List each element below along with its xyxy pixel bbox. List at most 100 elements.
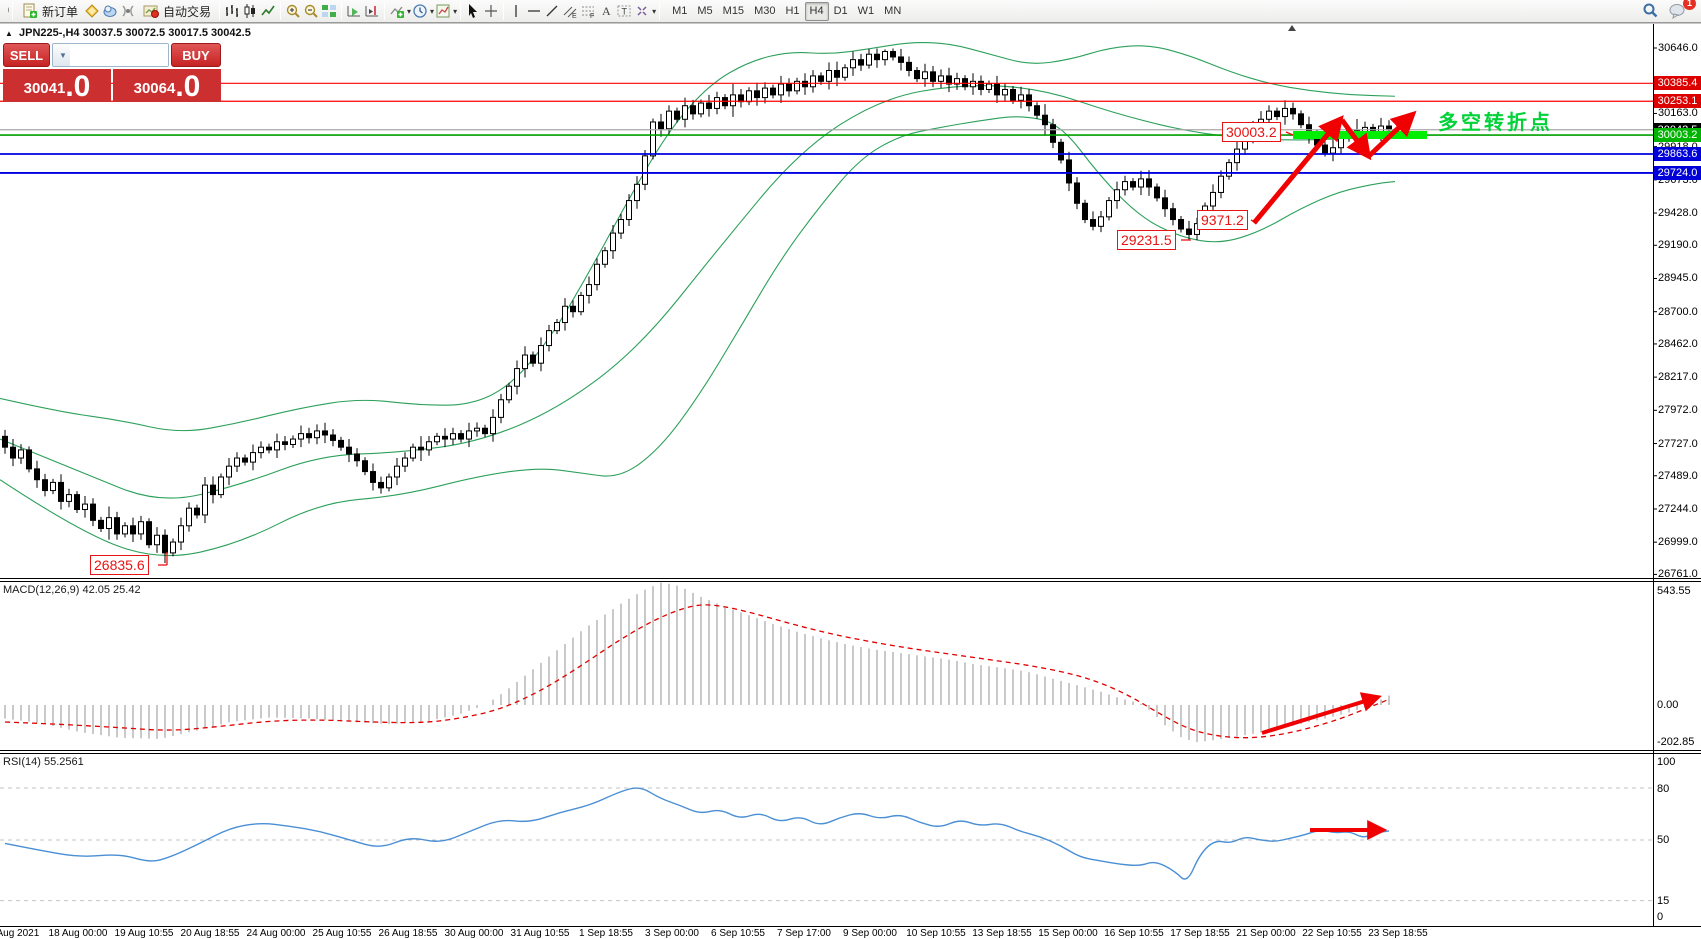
price-callout[interactable]: 9371.2: [1197, 210, 1248, 230]
new-order-button[interactable]: 新订单: [16, 1, 83, 21]
price-callout[interactable]: 30003.2: [1222, 122, 1281, 142]
buy-button[interactable]: BUY: [171, 43, 221, 67]
rsi-axis-label: 15: [1657, 895, 1701, 907]
macd-axis-label: 0.00: [1657, 699, 1701, 711]
crosshair-icon[interactable]: [482, 2, 500, 20]
price-tick-label: 28217.0: [1658, 371, 1701, 383]
new-order-icon: [21, 2, 39, 20]
volume-input[interactable]: [70, 44, 169, 66]
timeframe-button-H1[interactable]: H1: [780, 2, 804, 21]
shift-marker: [1288, 25, 1296, 31]
mt4-window: 新订单 自动交易: [0, 0, 1701, 939]
rsi-axis-label: 0: [1657, 911, 1701, 923]
signal-icon[interactable]: [119, 2, 137, 20]
trendline-icon[interactable]: [543, 2, 561, 20]
chat-icon[interactable]: 1: [1667, 2, 1689, 20]
auto-trading-icon: [142, 2, 160, 20]
zoom-out-icon[interactable]: [302, 2, 320, 20]
rsi-axis-label: 100: [1657, 756, 1701, 768]
time-axis-label: 19 Aug 10:55: [115, 928, 174, 939]
line-chart-icon[interactable]: [259, 2, 277, 20]
time-axis-label: 16 Sep 10:55: [1104, 928, 1164, 939]
timeframe-button-M30[interactable]: M30: [749, 2, 780, 21]
symbol-collapse-icon[interactable]: ▲: [5, 29, 13, 38]
svg-text:E: E: [572, 13, 577, 19]
price-badge: 30385.4: [1654, 76, 1701, 90]
price-tick-label: 28945.0: [1658, 272, 1701, 284]
price-tick-label: 27244.0: [1658, 503, 1701, 515]
timeframe-button-MN[interactable]: MN: [879, 2, 906, 21]
chart-canvas[interactable]: [0, 0, 1701, 939]
text-label-icon[interactable]: T: [615, 2, 633, 20]
equidistant-channel-icon[interactable]: E: [561, 2, 579, 20]
sell-button[interactable]: SELL: [3, 43, 50, 67]
price-tick-label: 29190.0: [1658, 239, 1701, 251]
search-icon[interactable]: [1641, 2, 1659, 20]
indicators-icon[interactable]: [388, 2, 406, 20]
auto-scroll-icon[interactable]: [345, 2, 363, 20]
sell-price-frac: .0: [65, 73, 90, 101]
price-callout[interactable]: 29231.5: [1117, 230, 1176, 250]
clipped-icon: [2, 2, 9, 20]
price-tick-label: 27727.0: [1658, 438, 1701, 450]
trend-arrow: [1262, 698, 1375, 733]
buy-price-int: 30064: [134, 77, 176, 101]
timeframe-button-M5[interactable]: M5: [692, 2, 717, 21]
time-axis-label: 24 Aug 00:00: [247, 928, 306, 939]
turning-point-annotation[interactable]: 多空转折点: [1438, 106, 1553, 135]
price-tick-label: 30646.0: [1658, 42, 1701, 54]
macd-axis-label: 543.55: [1657, 585, 1701, 597]
chart-shift-icon[interactable]: [363, 2, 381, 20]
time-axis-label: 9 Sep 00:00: [843, 928, 897, 939]
svg-text:A: A: [602, 4, 611, 18]
bar-chart-icon[interactable]: [223, 2, 241, 20]
timeframe-group: M1M5M15M30H1H4D1W1MN: [667, 2, 906, 21]
price-tag-icon[interactable]: [83, 2, 101, 20]
cursor-icon[interactable]: [464, 2, 482, 20]
vertical-line-icon[interactable]: [507, 2, 525, 20]
time-axis-label: 31 Aug 10:55: [511, 928, 570, 939]
templates-icon[interactable]: [434, 2, 452, 20]
svg-text:T: T: [622, 7, 628, 17]
timeframe-button-W1[interactable]: W1: [853, 2, 880, 21]
market-watch-icon[interactable]: [101, 2, 119, 20]
horizontal-line-icon[interactable]: [525, 2, 543, 20]
auto-trading-label: 自动交易: [163, 3, 211, 20]
timeframe-button-H4[interactable]: H4: [805, 2, 829, 21]
buy-price[interactable]: 30064.0: [113, 69, 221, 102]
candlestick-chart-icon[interactable]: [241, 2, 259, 20]
arrows-icon[interactable]: [633, 2, 651, 20]
fibonacci-icon[interactable]: F: [579, 2, 597, 20]
volume-decrease-button[interactable]: ▼: [53, 44, 70, 66]
zoom-in-icon[interactable]: [284, 2, 302, 20]
price-tick-label: 26999.0: [1658, 536, 1701, 548]
time-axis-label: 21 Sep 00:00: [1236, 928, 1296, 939]
timeframe-button-M1[interactable]: M1: [667, 2, 692, 21]
symbol-ohlc: 30037.5 30072.5 30017.5 30042.5: [83, 27, 251, 39]
buy-price-frac: .0: [175, 73, 200, 101]
rsi-axis-label: 80: [1657, 783, 1701, 795]
chat-badge: 1: [1683, 0, 1696, 10]
auto-trading-button[interactable]: 自动交易: [137, 1, 216, 21]
price-tick-label: 27972.0: [1658, 404, 1701, 416]
price-badge: 30003.2: [1654, 128, 1701, 142]
timeframe-button-D1[interactable]: D1: [829, 2, 853, 21]
time-axis-label: 25 Aug 10:55: [313, 928, 372, 939]
price-tick-label: 26761.0: [1658, 568, 1701, 580]
text-icon[interactable]: A: [597, 2, 615, 20]
symbol-name: JPN225-,H4: [19, 27, 80, 39]
periods-icon[interactable]: [411, 2, 429, 20]
price-tick-label: 28700.0: [1658, 306, 1701, 318]
templates-caret-icon[interactable]: ▾: [453, 7, 457, 16]
tile-windows-icon[interactable]: [320, 2, 338, 20]
arrows-caret-icon[interactable]: ▾: [652, 7, 656, 16]
bollinger-middle: [0, 86, 1395, 498]
price-tick-label: 27489.0: [1658, 470, 1701, 482]
sell-price[interactable]: 30041.0: [3, 69, 111, 102]
time-axis-label: 6 Sep 10:55: [711, 928, 765, 939]
time-axis-label: 17 Sep 18:55: [1170, 928, 1230, 939]
timeframe-button-M15[interactable]: M15: [718, 2, 749, 21]
svg-text:F: F: [590, 13, 594, 19]
price-callout[interactable]: 26835.6: [90, 555, 149, 575]
time-axis-label: 22 Sep 10:55: [1302, 928, 1362, 939]
